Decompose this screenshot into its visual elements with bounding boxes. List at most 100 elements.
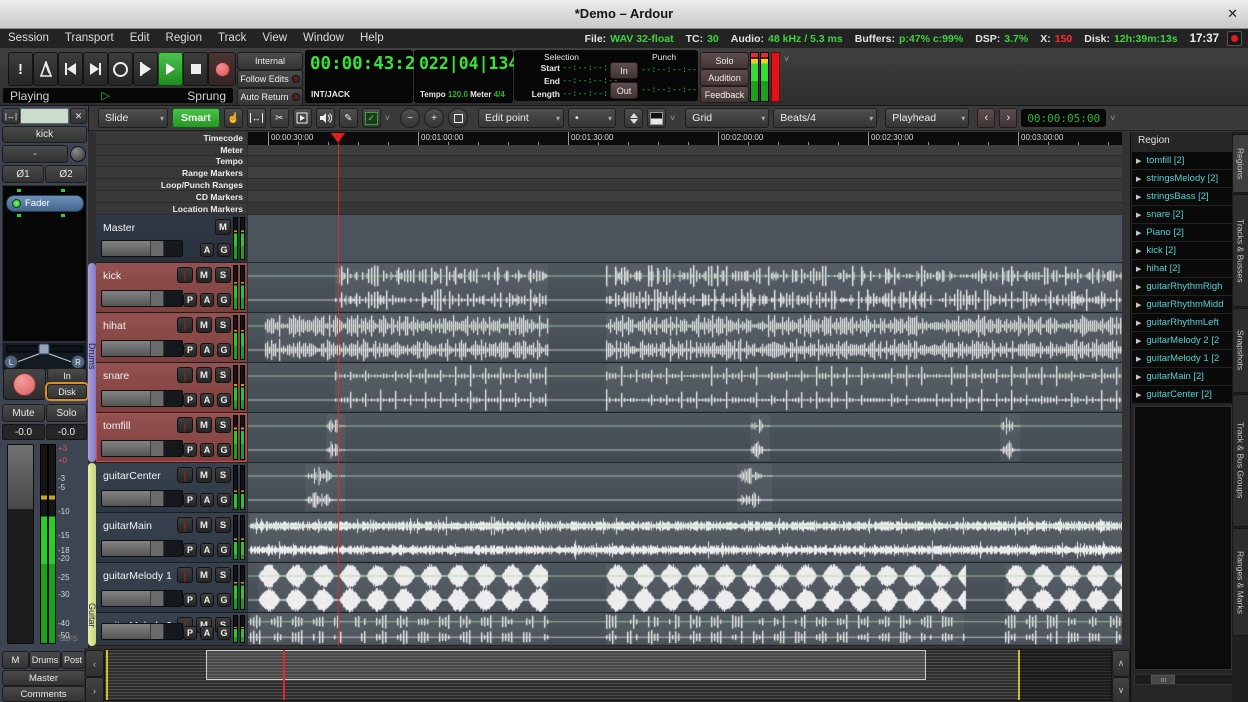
track-g-button[interactable]: G	[217, 626, 231, 640]
track-m-button[interactable]: M	[196, 267, 212, 283]
track-rec-enable-button[interactable]	[177, 417, 193, 433]
close-icon[interactable]: ✕	[1227, 0, 1238, 28]
timecode-ruler[interactable]: 00:00:30:0000:01:00:0000:01:30:0000:02:0…	[248, 132, 1122, 145]
punch-out-button[interactable]: Out	[610, 82, 638, 99]
ruler-name-meter[interactable]: Meter	[96, 145, 247, 156]
track-p-button[interactable]: P	[183, 493, 197, 507]
menu-item-view[interactable]: View	[254, 29, 295, 48]
region-list-hscrollbar[interactable]	[1134, 674, 1234, 685]
track-s-button[interactable]: S	[215, 367, 231, 383]
pan-widget[interactable]: L R	[2, 342, 87, 370]
strip-entry-field[interactable]	[20, 108, 69, 124]
ruler-lane[interactable]	[248, 191, 1122, 203]
track-height-button[interactable]	[624, 108, 643, 128]
summary-view-rectangle[interactable]	[206, 650, 926, 680]
region-expander-icon[interactable]: ▶	[1136, 265, 1141, 273]
track-name-label[interactable]: kick	[103, 270, 121, 282]
track-header-guitarmelody-2[interactable]: guitarMelody 2MSPAG	[96, 613, 247, 646]
sidebar-tab-snapshots[interactable]: Snapshots	[1232, 308, 1248, 393]
gain-display[interactable]: -0.0	[2, 424, 45, 440]
region-expander-icon[interactable]: ▶	[1136, 301, 1141, 309]
zoom-fit-button[interactable]	[448, 108, 468, 128]
region-expander-icon[interactable]: ▶	[1136, 391, 1141, 399]
track-header-tomfill[interactable]: tomfillMSPAG	[96, 413, 247, 463]
track-rec-enable-button[interactable]	[177, 567, 193, 583]
track-p-button[interactable]: P	[183, 393, 197, 407]
sidebar-tab-track-bus-groups[interactable]: Track & Bus Groups	[1232, 394, 1248, 527]
track-fader[interactable]	[101, 340, 183, 357]
mute-button[interactable]: Mute	[2, 404, 45, 422]
ruler-name-timecode[interactable]: Timecode	[96, 132, 247, 145]
ruler-lanes[interactable]: 00:00:30:0000:01:00:0000:01:30:0000:02:0…	[248, 132, 1122, 215]
sidebar-tab-regions[interactable]: Regions	[1232, 134, 1248, 193]
loop-button[interactable]	[108, 52, 133, 86]
auto-return-button[interactable]: Auto Return	[237, 88, 303, 106]
region-list-item[interactable]: ▶snare [2]	[1132, 206, 1232, 224]
region-list-item[interactable]: ▶guitarRhythmMidd	[1132, 296, 1232, 314]
track-fader[interactable]	[101, 490, 183, 507]
punch-in-button[interactable]: In	[610, 62, 638, 79]
track-m-button[interactable]: M	[196, 467, 212, 483]
track-m-button[interactable]: M	[196, 417, 212, 433]
play-button[interactable]	[158, 52, 183, 86]
track-s-button[interactable]: S	[215, 517, 231, 533]
record-button[interactable]	[208, 52, 236, 86]
summary-scroll-up-button[interactable]: ∧	[1112, 650, 1130, 677]
track-a-button[interactable]: A	[200, 543, 214, 557]
track-fader[interactable]	[101, 540, 183, 557]
track-name-label[interactable]: snare	[103, 370, 129, 382]
ruler-name-range-markers[interactable]: Range Markers	[96, 167, 247, 179]
region-list-item[interactable]: ▶stringsBass [2]	[1132, 188, 1232, 206]
region-expander-icon[interactable]: ▶	[1136, 319, 1141, 327]
play-range-button[interactable]	[133, 52, 158, 86]
track-g-button[interactable]: G	[217, 443, 231, 457]
ruler-lane[interactable]	[248, 145, 1122, 156]
follow-edits-button[interactable]: Follow Edits	[237, 70, 303, 88]
cut-tool-button[interactable]: ✂	[270, 108, 289, 128]
track-header-guitarmelody-1[interactable]: guitarMelody 1MSPAG	[96, 563, 247, 613]
track-g-button[interactable]: G	[217, 293, 231, 307]
zoom-out-button[interactable]: −	[400, 108, 420, 128]
menu-item-window[interactable]: Window	[295, 29, 352, 48]
phase-invert-1-button[interactable]: Ø1	[2, 165, 44, 183]
menu-item-transport[interactable]: Transport	[57, 29, 122, 48]
zoom-options-chevron[interactable]: ˅	[670, 113, 675, 123]
track-s-button[interactable]: S	[215, 567, 231, 583]
sidebar-tab-tracks-busses[interactable]: Tracks & Busses	[1232, 194, 1248, 307]
region-expander-icon[interactable]: ▶	[1136, 157, 1141, 165]
waveform-canvas[interactable]	[248, 215, 1122, 646]
track-fader[interactable]	[101, 623, 183, 640]
ruler-lane[interactable]	[248, 167, 1122, 179]
range-tool-button[interactable]: ↔	[247, 108, 266, 128]
sidebar-tab-ranges-marks[interactable]: Ranges & Marks	[1232, 528, 1248, 636]
strip-close-icon[interactable]: ✕	[70, 108, 87, 124]
region-expander-icon[interactable]: ▶	[1136, 337, 1141, 345]
layer-display-button[interactable]	[647, 108, 666, 128]
master-strip-button[interactable]: Master	[2, 670, 85, 686]
region-list-item[interactable]: ▶guitarCenter [2]	[1132, 386, 1232, 404]
menu-item-region[interactable]: Region	[158, 29, 210, 48]
track-p-button[interactable]: P	[183, 343, 197, 357]
track-name-label[interactable]: guitarMelody 1	[103, 570, 172, 582]
secondary-clock[interactable]: 022|04|1341 Tempo 120.0 Meter 4/4	[414, 50, 513, 103]
region-expander-icon[interactable]: ▶	[1136, 193, 1141, 201]
toolbar-end-chevron[interactable]: ˅	[1110, 113, 1115, 123]
edit-mode-dropdown[interactable]: Slide	[98, 108, 168, 128]
track-a-button[interactable]: A	[200, 343, 214, 357]
record-enable-button[interactable]	[3, 368, 46, 400]
track-header-kick[interactable]: kickMSPAG	[96, 263, 247, 313]
ruler-name-location-markers[interactable]: Location Markers	[96, 203, 247, 215]
go-to-end-button[interactable]	[83, 52, 108, 86]
ruler-lane[interactable]	[248, 156, 1122, 167]
audition-button[interactable]: Audition	[700, 69, 749, 86]
track-g-button[interactable]: G	[217, 393, 231, 407]
track-a-button[interactable]: A	[200, 243, 214, 257]
trim-knob[interactable]	[70, 146, 86, 162]
menu-item-edit[interactable]: Edit	[122, 29, 158, 48]
gain-fader[interactable]	[7, 444, 34, 644]
midi-panic-button[interactable]: !	[8, 52, 33, 86]
region-list-item[interactable]: ▶guitarMelody 1 [2	[1132, 350, 1232, 368]
stop-button[interactable]	[183, 52, 208, 86]
track-header-master[interactable]: MasterMAG	[96, 215, 247, 263]
summary-overview[interactable]	[104, 649, 1112, 701]
